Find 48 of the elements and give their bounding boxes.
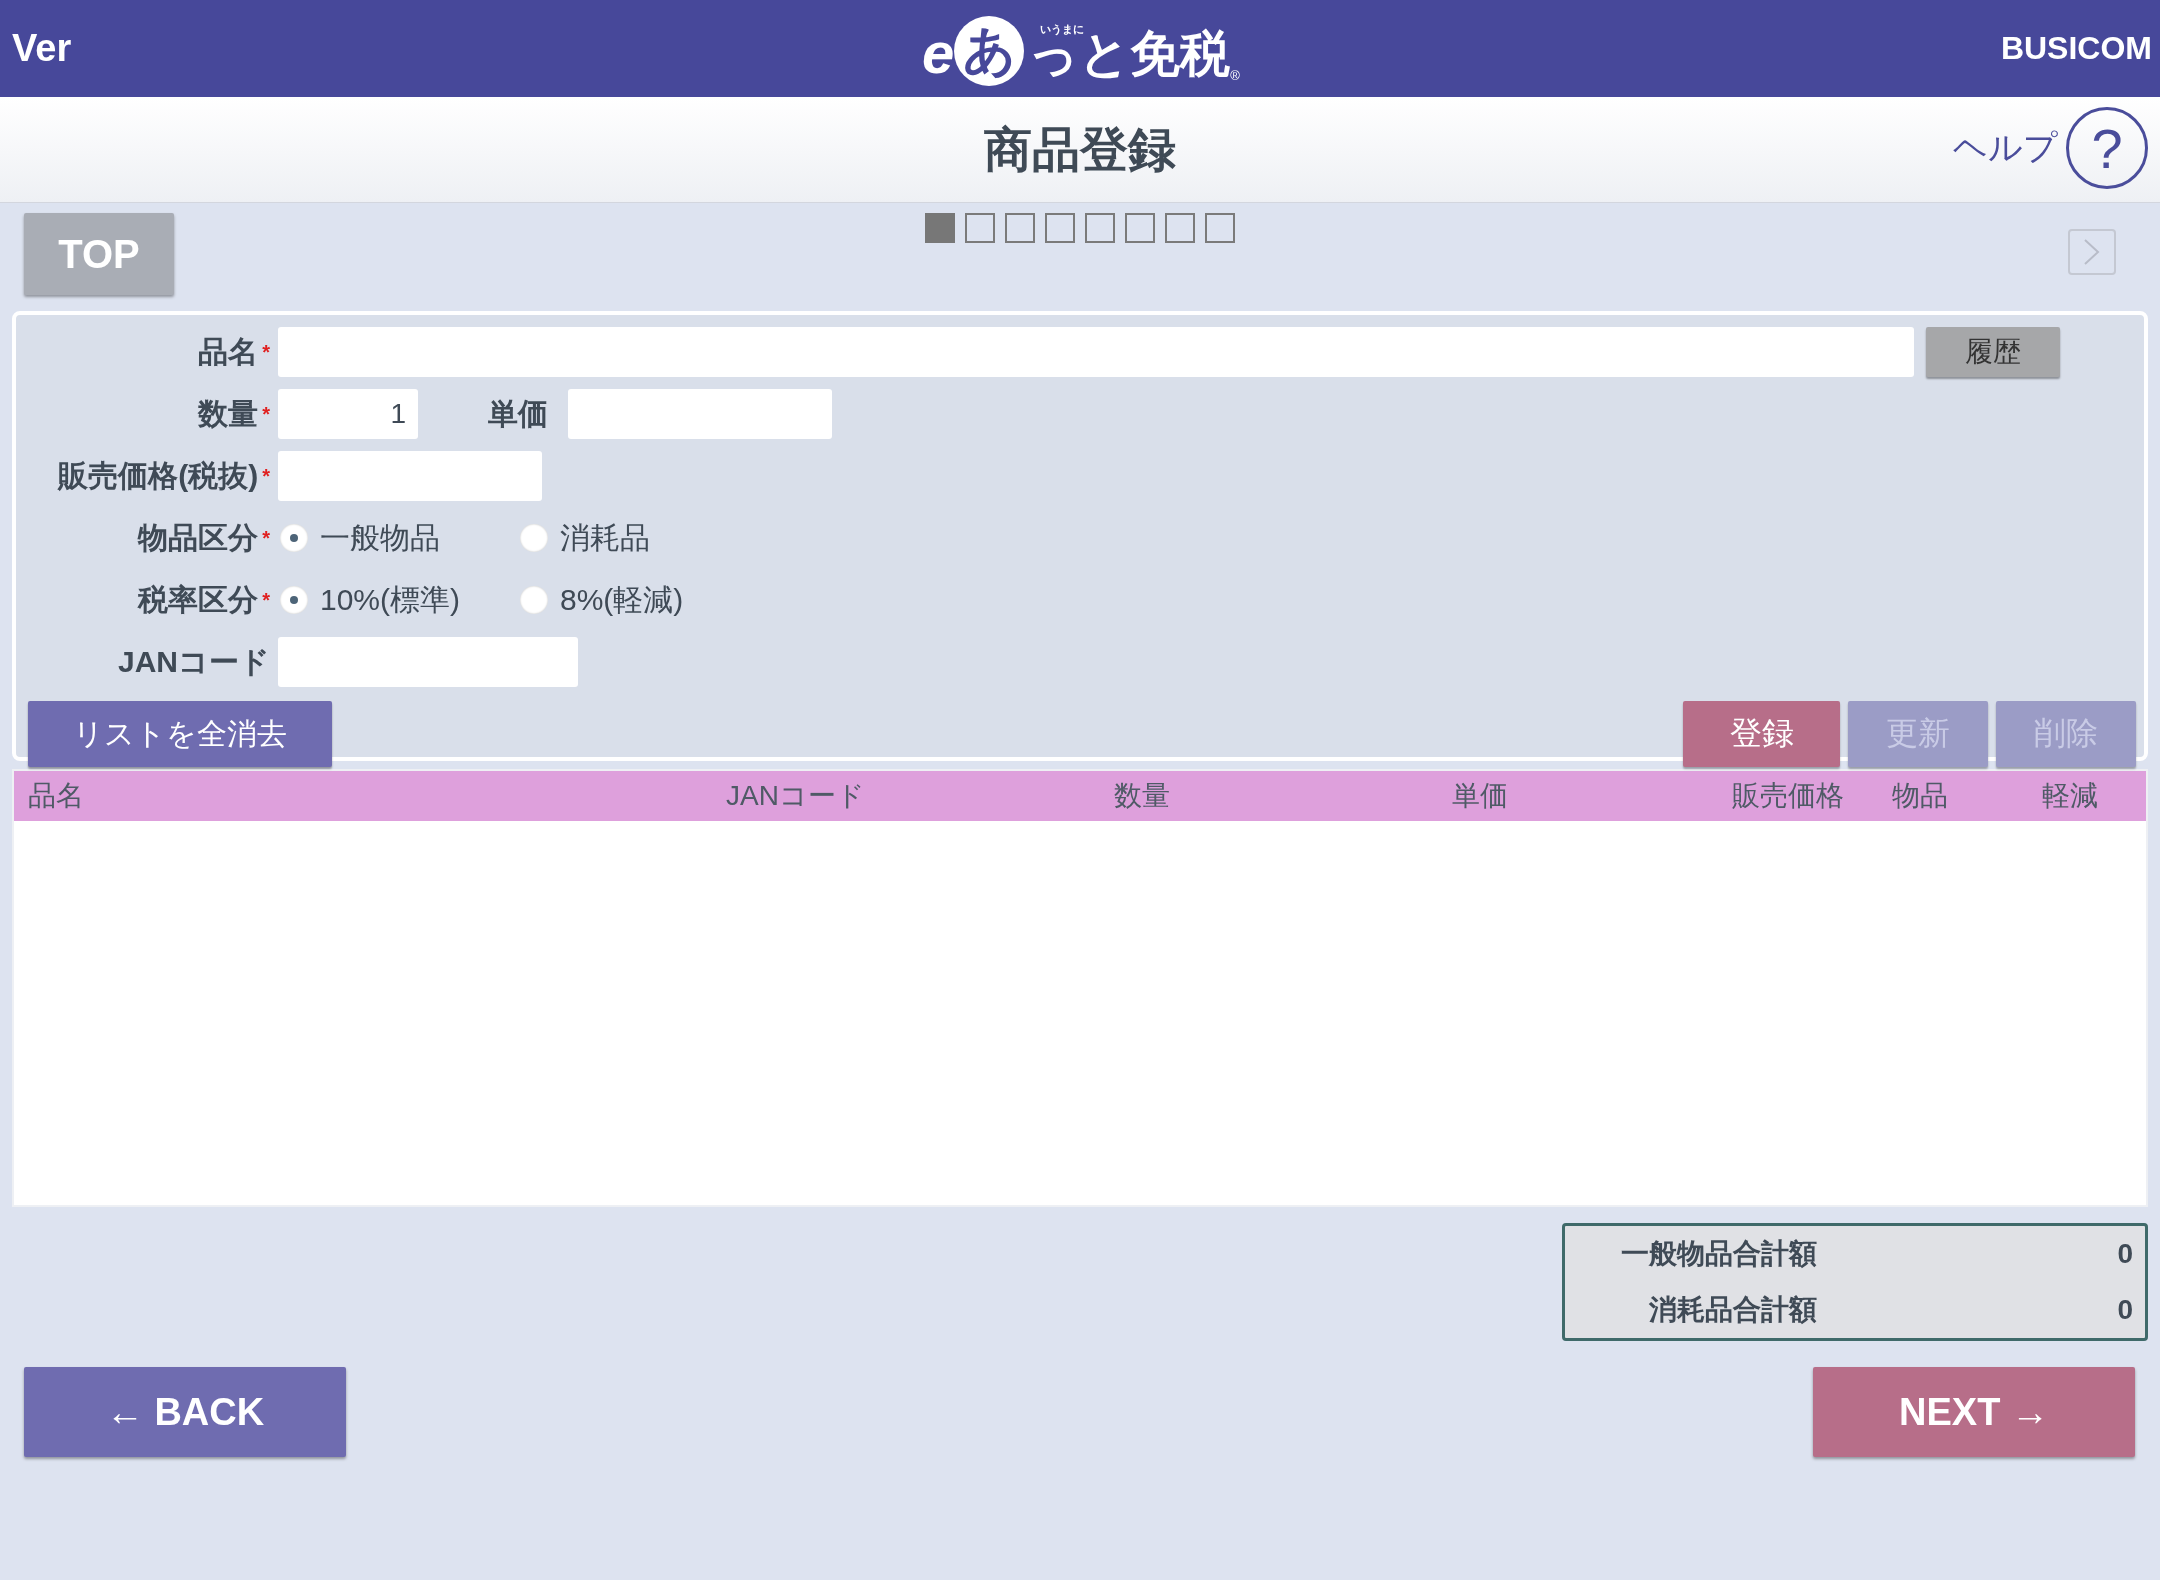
required-mark: * (262, 402, 270, 426)
help-link[interactable]: ヘルプ (1953, 125, 2058, 171)
back-button[interactable]: ← BACK (24, 1367, 346, 1457)
history-button[interactable]: 履歴 (1926, 327, 2060, 377)
version-label: Ver (12, 27, 72, 70)
field-label: 品名 (198, 333, 259, 370)
next-button[interactable]: NEXT → (1813, 1367, 2135, 1457)
required-mark: * (262, 526, 270, 550)
radio-button[interactable] (280, 524, 308, 552)
radio-label[interactable]: 消耗品 (560, 517, 650, 559)
total-label: 消耗品合計額 (1648, 1293, 1817, 1327)
brand-label: BUSICOM (2000, 30, 2152, 67)
field-label: 単価 (488, 395, 548, 432)
total-label: 一般物品合計額 (1620, 1237, 1817, 1271)
clear-list-button[interactable]: リストを全消去 (28, 701, 332, 767)
jan-code-field[interactable] (278, 637, 578, 687)
required-mark: * (262, 464, 270, 488)
column-header: 数量 (1114, 779, 1171, 813)
required-mark: * (262, 588, 270, 612)
radio-button[interactable] (520, 586, 548, 614)
field-label: 物品区分 (138, 519, 259, 556)
total-value: 0 (2117, 1294, 2133, 1326)
column-header: 軽減 (2042, 779, 2099, 813)
radio-label[interactable]: 10%(標準) (320, 579, 461, 621)
column-header: JANコード (726, 779, 866, 813)
app-logo: e あ いうまに っと免税® (922, 10, 1240, 86)
field-label: JANコード (118, 643, 270, 680)
help-icon[interactable]: ? (2066, 107, 2148, 189)
sale-price-field[interactable] (278, 451, 542, 501)
page-title: 商品登録 (984, 121, 1176, 178)
field-label: 数量 (198, 395, 259, 432)
action-button[interactable]: 登録 (1683, 701, 1840, 767)
unit-price-field[interactable] (568, 389, 832, 439)
chevron-right-icon[interactable] (2068, 229, 2116, 275)
radio-button[interactable] (520, 524, 548, 552)
field-label: 税率区分 (138, 581, 259, 618)
column-header: 販売価格 (1732, 779, 1845, 813)
column-header: 物品 (1892, 779, 1949, 813)
required-mark: * (262, 340, 270, 364)
radio-button[interactable] (280, 586, 308, 614)
column-header: 単価 (1452, 779, 1509, 813)
quantity-field[interactable]: 1 (278, 389, 418, 439)
field-label: 販売価格(税抜) (58, 457, 259, 494)
column-header: 品名 (28, 779, 85, 813)
radio-label[interactable]: 一般物品 (320, 517, 440, 559)
total-value: 0 (2117, 1238, 2133, 1270)
name-field[interactable] (278, 327, 1914, 377)
radio-label[interactable]: 8%(軽減) (560, 579, 684, 621)
